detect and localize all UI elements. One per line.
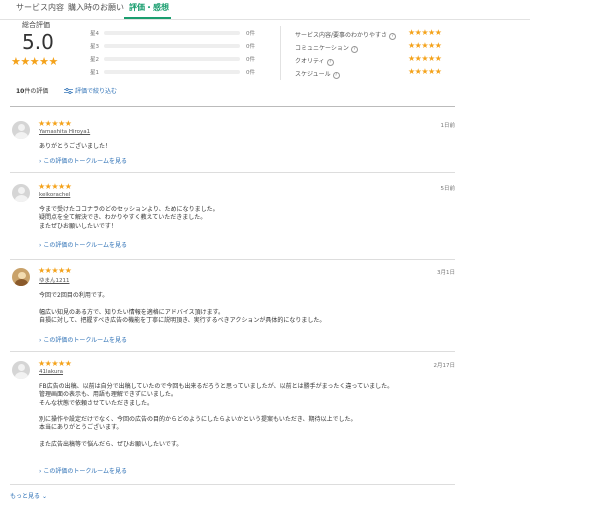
- avatar[interactable]: [12, 121, 30, 139]
- review-star-icons: ★★★★★: [38, 266, 72, 275]
- aspect-communication: コミュニケーション? ★★★★★: [295, 41, 450, 53]
- chevron-down-icon: ⌄: [41, 493, 47, 500]
- view-talkroom-link[interactable]: › この評価のトークルームを見る: [39, 240, 127, 249]
- review-star-icons: ★★★★★: [38, 182, 72, 191]
- reviews-top-divider: [10, 106, 455, 107]
- review-line: また広告出稿等で悩んだら、ぜひお願いしたいです。: [39, 441, 183, 449]
- review-line: またぜひお願いしたいです！: [39, 222, 117, 230]
- help-icon[interactable]: ?: [389, 33, 397, 40]
- review-item: ★★★★★ Yamashita Hiroya1 1日前 ありがとうございました！…: [10, 119, 456, 171]
- review-date: 3月1日: [437, 270, 455, 276]
- review-line: [39, 300, 325, 308]
- review-line: [39, 433, 393, 441]
- aspect-label: コミュニケーション: [295, 45, 349, 52]
- view-talkroom-label: この評価のトークルームを見る: [43, 242, 127, 249]
- review-item: ★★★★★ keikorachel 5日前 今まで受けたココナラのどのセッション…: [10, 182, 456, 254]
- summary-divider: [280, 26, 281, 80]
- review-divider: [10, 259, 455, 260]
- review-username[interactable]: ゆまん1211: [39, 276, 70, 284]
- review-body: FB広告の出稿、以前は自分で出稿していたので今回も出来るだろうと思っていましたが…: [39, 383, 393, 449]
- tab-bar: サービス内容 購入時のお願い 評価・感想: [0, 0, 605, 20]
- distribution-count: 0件: [246, 57, 255, 63]
- overall-rating-score: 5.0: [22, 30, 54, 54]
- review-date: 1日前: [440, 123, 456, 129]
- review-body: 今まで受けたココナラのどのセッションより、ためになりました。 疑問点を全て解決で…: [39, 206, 219, 231]
- distribution-row-1[interactable]: 星1 0件: [90, 68, 260, 76]
- review-divider: [10, 172, 455, 173]
- help-icon[interactable]: ?: [332, 72, 340, 79]
- distribution-row-2[interactable]: 星2 0件: [90, 55, 260, 63]
- aspect-star-icons: ★★★★★: [408, 28, 442, 37]
- avatar[interactable]: [12, 268, 30, 286]
- view-talkroom-label: この評価のトークルームを見る: [43, 468, 127, 475]
- review-item: ★★★★★ ゆまん1211 3月1日 今回で2回目の利用です。 幅広い知見のある…: [10, 266, 455, 348]
- tab-service-details[interactable]: サービス内容: [16, 2, 64, 13]
- tabs-divider: [0, 19, 530, 20]
- review-count-suffix: 件の評価: [24, 88, 49, 95]
- aspect-quality: クオリティ? ★★★★★: [295, 54, 450, 66]
- distribution-bar: [104, 44, 240, 48]
- view-talkroom-label: この評価のトークルームを見る: [43, 337, 127, 344]
- review-star-icons: ★★★★★: [38, 119, 72, 128]
- review-body: 今回で2回目の利用です。 幅広い知見のある方で、知りたい情報を適格にアドバイス頂…: [39, 292, 325, 325]
- review-line: そんな状態で依頼させていただきました。: [39, 399, 154, 407]
- filter-reviews-link[interactable]: 評価で絞り込む: [64, 86, 117, 95]
- overall-star-icons: ★★★★★: [11, 55, 58, 68]
- tab-reviews[interactable]: 評価・感想: [129, 2, 169, 13]
- distribution-count: 0件: [246, 31, 255, 37]
- aspect-schedule: スケジュール? ★★★★★: [295, 67, 450, 79]
- review-username[interactable]: keikorachel: [39, 192, 70, 198]
- aspect-clarity: サービス内容/要事のわかりやすさ? ★★★★★: [295, 28, 450, 40]
- review-line: 管理画面の表示も、用語も理解できずにいました。: [39, 391, 177, 399]
- view-talkroom-link[interactable]: › この評価のトークルームを見る: [39, 466, 127, 475]
- help-icon[interactable]: ?: [350, 46, 358, 53]
- distribution-bar: [104, 57, 240, 61]
- filter-label: 評価で絞り込む: [75, 88, 118, 95]
- review-line: ありがとうございました！: [39, 143, 112, 150]
- aspect-label: クオリティ: [295, 58, 325, 65]
- review-divider: [10, 484, 455, 485]
- aspect-star-icons: ★★★★★: [408, 54, 442, 63]
- aspect-label: スケジュール: [295, 71, 331, 78]
- review-star-icons: ★★★★★: [38, 359, 72, 368]
- aspect-star-icons: ★★★★★: [408, 67, 442, 76]
- help-icon[interactable]: ?: [326, 59, 334, 66]
- distribution-row-4[interactable]: 星4 0件: [90, 29, 260, 37]
- view-talkroom-link[interactable]: › この評価のトークルームを見る: [39, 335, 127, 344]
- show-more-link[interactable]: もっと見る ⌄: [10, 491, 47, 500]
- review-line: 今回で2回目の利用です。: [39, 292, 109, 299]
- distribution-label: 星1: [90, 70, 99, 76]
- review-item: ★★★★★ 41lakura 2月17日 FB広告の出稿、以前は自分で出稿してい…: [10, 359, 456, 481]
- review-body: ありがとうございました！: [39, 143, 111, 151]
- view-talkroom-label: この評価のトークルームを見る: [43, 158, 127, 165]
- review-count: 10件の評価: [16, 86, 48, 95]
- aspect-star-icons: ★★★★★: [408, 41, 442, 50]
- filter-icon: [64, 88, 73, 94]
- avatar[interactable]: [12, 361, 30, 379]
- review-line: 幅広い知見のある方で、知りたい情報を適格にアドバイス頂けます。: [39, 308, 224, 316]
- distribution-count: 0件: [246, 70, 255, 76]
- review-username[interactable]: Yamashita Hiroya1: [39, 129, 90, 135]
- distribution-bar: [104, 70, 240, 74]
- review-line: 疑問点を全て解決でき、わかりやすく教えていただきました。: [39, 214, 207, 222]
- review-divider: [10, 351, 455, 352]
- aspect-label: サービス内容/要事のわかりやすさ: [295, 32, 388, 39]
- distribution-label: 星4: [90, 31, 99, 37]
- distribution-bar: [104, 31, 240, 35]
- overall-rating-label: 総合評価: [22, 21, 50, 29]
- review-line: [39, 408, 393, 416]
- distribution-row-3[interactable]: 星3 0件: [90, 42, 260, 50]
- review-date: 2月17日: [433, 363, 456, 369]
- review-line: 本当にありがとうございます。: [39, 424, 123, 432]
- review-username[interactable]: 41lakura: [39, 369, 63, 375]
- review-date: 5日前: [440, 186, 456, 192]
- review-line: 自損に対して、把握すべき広告の機能を丁寧に説明頂き、実行するべきアクションが具体…: [39, 316, 326, 324]
- distribution-count: 0件: [246, 44, 255, 50]
- avatar[interactable]: [12, 184, 30, 202]
- distribution-label: 星2: [90, 57, 99, 63]
- distribution-label: 星3: [90, 44, 99, 50]
- tab-purchase-notes[interactable]: 購入時のお願い: [68, 2, 124, 13]
- show-more-label: もっと見る: [10, 493, 41, 500]
- view-talkroom-link[interactable]: › この評価のトークルームを見る: [39, 156, 127, 165]
